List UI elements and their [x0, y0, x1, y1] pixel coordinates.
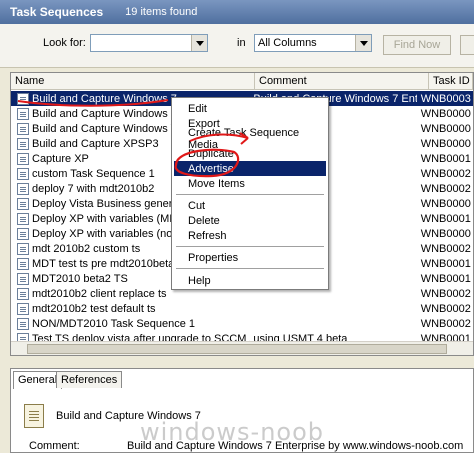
item-count: 19 items found: [125, 6, 198, 18]
page-title: Task Sequences: [10, 5, 104, 19]
menu-separator: [176, 194, 324, 195]
menu-item-delete[interactable]: Delete: [174, 213, 326, 228]
menu-separator: [176, 246, 324, 247]
menu-item-duplicate[interactable]: Duplicate: [174, 146, 326, 161]
in-column-value: All Columns: [258, 37, 317, 49]
table-row[interactable]: mdt2010b2 test default ts WNB0002: [11, 301, 473, 316]
menu-item-edit[interactable]: Edit: [174, 101, 326, 116]
tab-references[interactable]: References: [56, 371, 123, 388]
task-sequence-icon: [17, 167, 29, 180]
task-sequence-icon: [17, 122, 29, 135]
menu-item-move-items[interactable]: Move Items: [174, 176, 326, 191]
in-column-select[interactable]: All Columns: [254, 34, 372, 52]
chevron-down-icon[interactable]: [191, 35, 207, 51]
task-sequence-icon: [17, 242, 29, 255]
watermark: windows-noob: [140, 418, 325, 446]
column-header-name[interactable]: Name: [11, 73, 255, 90]
scrollbar-thumb[interactable]: [27, 344, 447, 354]
menu-item-refresh[interactable]: Refresh: [174, 228, 326, 243]
in-label: in: [237, 37, 246, 49]
detail-comment-label: Comment:: [29, 440, 80, 452]
menu-item-create-media[interactable]: Create Task Sequence Media: [174, 127, 326, 151]
task-sequence-icon: [17, 182, 29, 195]
task-sequence-icon: [17, 92, 29, 105]
find-now-button[interactable]: Find Now: [383, 35, 451, 55]
menu-item-advertise[interactable]: Advertise: [174, 161, 326, 176]
task-sequence-icon: [17, 287, 29, 300]
look-for-label: Look for:: [43, 37, 86, 49]
clear-button[interactable]: [460, 35, 474, 55]
table-row[interactable]: NON/MDT2010 Task Sequence 1 WNB0002: [11, 316, 473, 331]
menu-separator: [176, 268, 324, 269]
task-sequence-icon: [17, 212, 29, 225]
task-sequence-icon: [17, 227, 29, 240]
task-sequence-icon: [17, 257, 29, 270]
horizontal-scrollbar[interactable]: [11, 341, 473, 355]
menu-item-cut[interactable]: Cut: [174, 198, 326, 213]
look-for-combo[interactable]: [90, 34, 208, 52]
task-sequence-icon: [17, 302, 29, 315]
menu-item-properties[interactable]: Properties: [174, 250, 326, 265]
tab-general[interactable]: General: [13, 371, 63, 389]
column-header-comment[interactable]: Comment: [255, 73, 429, 90]
task-sequence-icon: [24, 404, 44, 428]
task-sequence-icon: [17, 152, 29, 165]
chevron-down-icon[interactable]: [355, 35, 371, 51]
list-header: Name Comment Task ID: [11, 73, 473, 90]
column-header-task-id[interactable]: Task ID: [429, 73, 473, 90]
context-menu: Edit Export Create Task Sequence Media D…: [171, 97, 329, 290]
menu-item-help[interactable]: Help: [174, 273, 326, 288]
title-bar: Task Sequences 19 items found: [0, 0, 474, 24]
task-sequence-icon: [17, 272, 29, 285]
task-sequence-icon: [17, 137, 29, 150]
task-sequence-icon: [17, 197, 29, 210]
task-sequence-icon: [17, 107, 29, 120]
task-sequence-icon: [17, 317, 29, 330]
